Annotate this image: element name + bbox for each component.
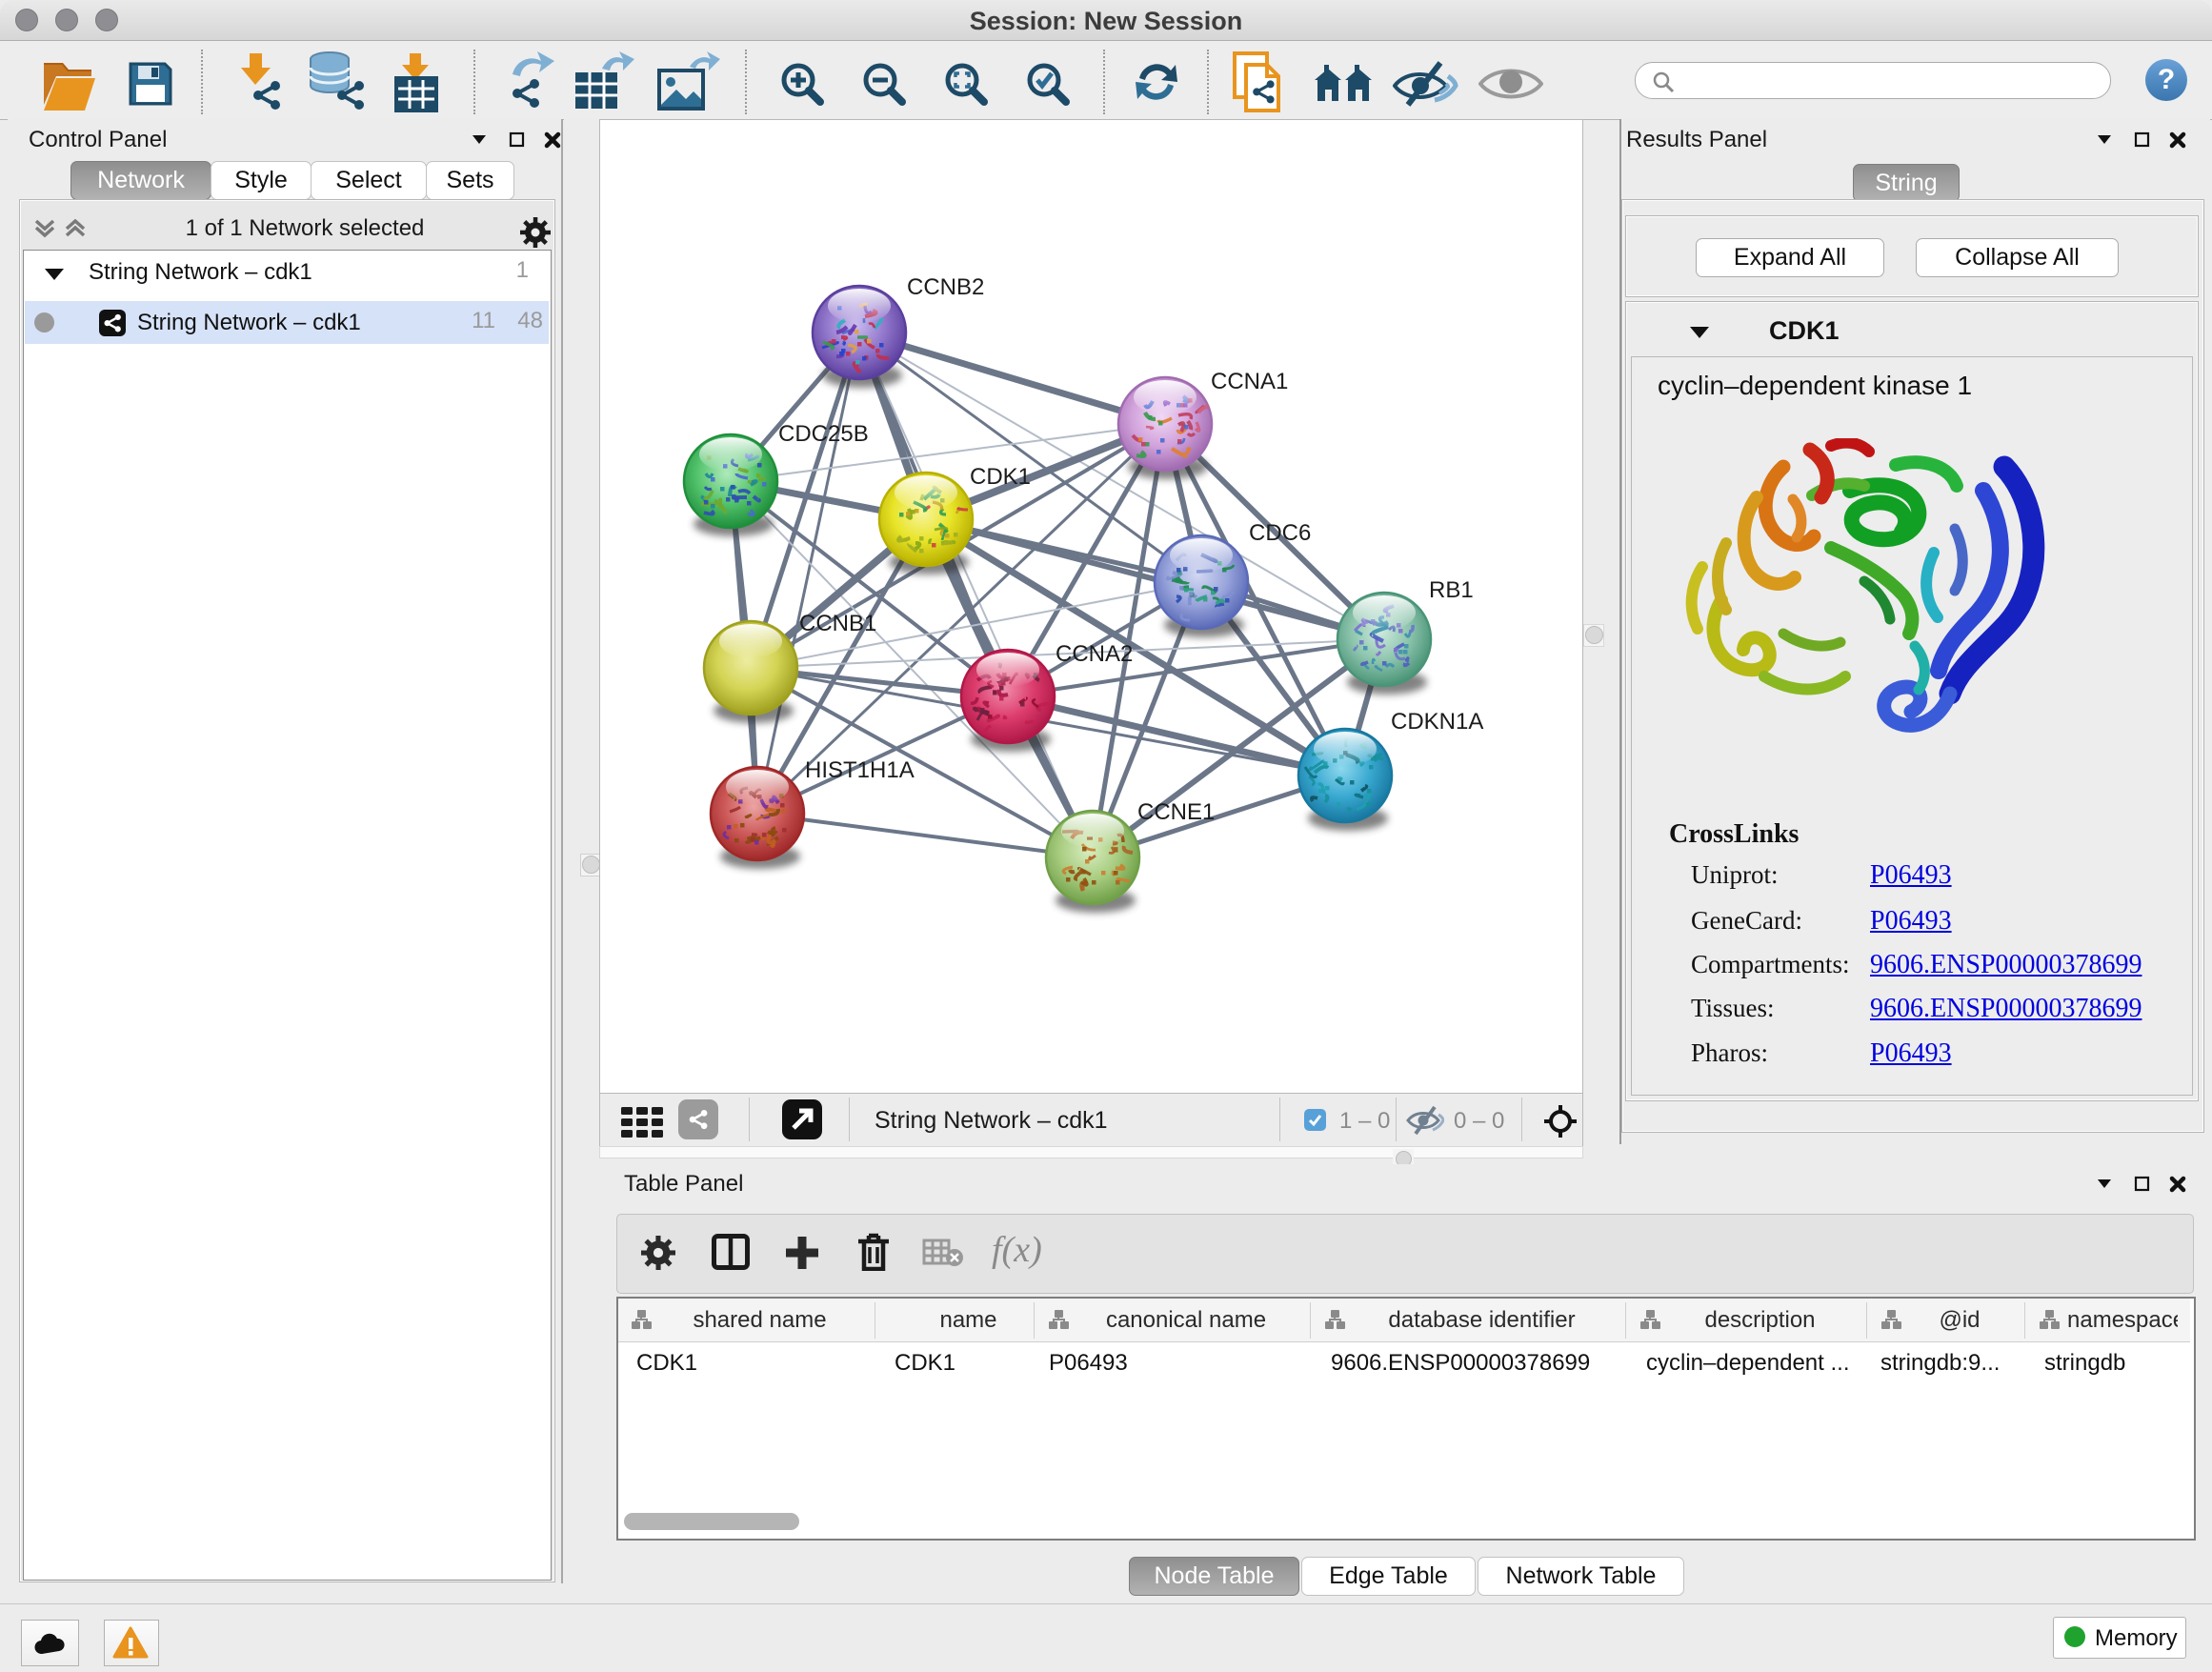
- svg-text:HIST1H1A: HIST1H1A: [805, 757, 915, 783]
- svg-text:CDC6: CDC6: [1249, 520, 1311, 546]
- svg-text:CCNB1: CCNB1: [799, 611, 876, 636]
- svg-text:CDC25B: CDC25B: [778, 421, 869, 447]
- svg-text:CCNB2: CCNB2: [907, 274, 984, 300]
- svg-text:CDK1: CDK1: [970, 464, 1031, 490]
- svg-text:CDKN1A: CDKN1A: [1391, 709, 1483, 735]
- svg-text:CCNA1: CCNA1: [1211, 369, 1288, 394]
- svg-text:RB1: RB1: [1429, 577, 1474, 603]
- svg-text:CCNA2: CCNA2: [1056, 641, 1133, 667]
- svg-text:CCNE1: CCNE1: [1137, 799, 1215, 825]
